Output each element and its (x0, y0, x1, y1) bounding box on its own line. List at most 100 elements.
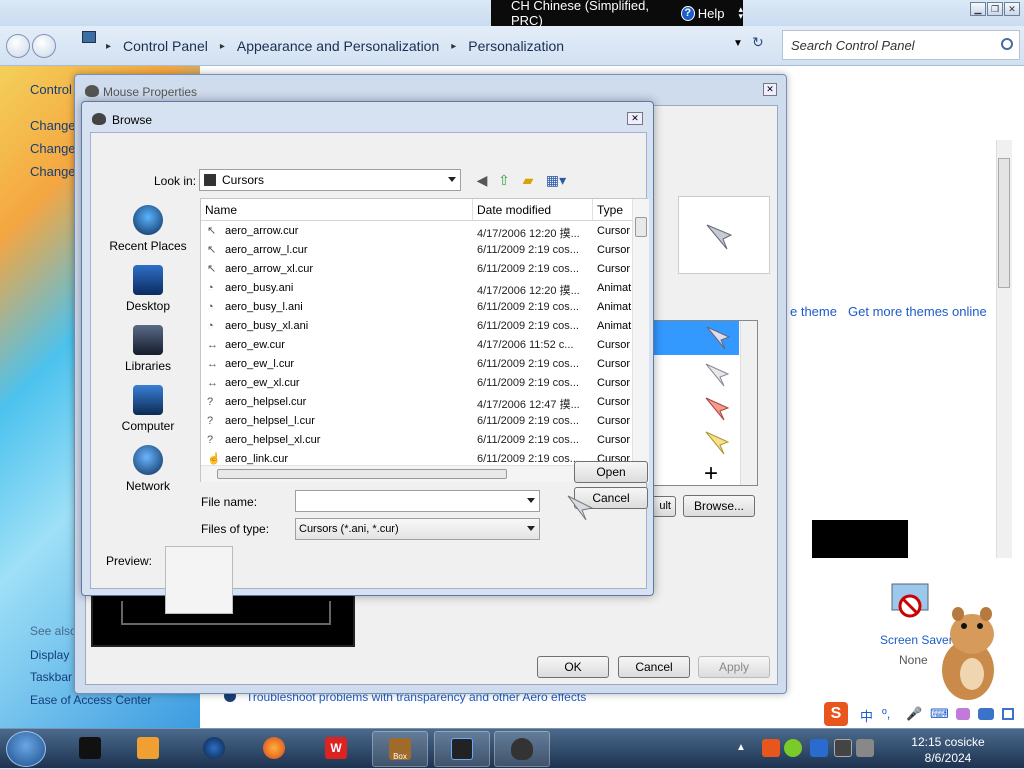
taskbar-app-libraries[interactable] (62, 731, 118, 767)
file-list[interactable]: Name Date modified Type ↖ aero_arrow.cur 4… (200, 198, 649, 483)
minimize-button[interactable]: ▁ (970, 2, 986, 16)
apply-button[interactable]: Apply (698, 656, 770, 678)
sidebar-link-change-3[interactable]: Change (30, 164, 76, 179)
ime-chinese-mode[interactable]: 中 (860, 706, 873, 725)
chevron-down-icon[interactable] (527, 498, 535, 503)
keyboard-icon[interactable]: ⌨ (930, 706, 949, 722)
screen-saver-icon[interactable] (890, 580, 930, 620)
help-select-cursor-icon[interactable] (700, 360, 734, 393)
files-of-type-dropdown[interactable]: Cursors (*.ani, *.cur) (295, 518, 540, 540)
place-recent-places[interactable]: Recent Places (99, 205, 197, 253)
file-row[interactable]: ? aero_helpsel.cur 4/17/2006 12:47 摸... Cur… (201, 393, 631, 412)
file-row[interactable]: ↔ aero_ew.cur 4/17/2006 11:52 c... Cursor (201, 336, 631, 355)
breadcrumb-appearance[interactable]: Appearance and Personalization (237, 38, 439, 54)
close-button[interactable]: ✕ (1004, 2, 1020, 16)
hamster-desktop-pet[interactable] (928, 604, 1008, 704)
search-icon[interactable] (1001, 38, 1013, 50)
tray-volume-icon[interactable] (856, 739, 874, 757)
file-name-input[interactable] (295, 490, 540, 512)
taskbar-app-control-panel[interactable] (434, 731, 490, 767)
input-language-label[interactable]: CH Chinese (Simplified, PRC) (511, 0, 669, 28)
working-cursor-icon[interactable] (700, 394, 734, 427)
browse-close-button[interactable]: ✕ (627, 112, 643, 125)
browse-button[interactable]: Browse... (683, 495, 755, 517)
open-button[interactable]: Open (574, 461, 648, 483)
see-also-ease-of-access[interactable]: Ease of Access Center (30, 693, 151, 707)
skin-icon[interactable] (956, 708, 970, 720)
gamepad-icon[interactable] (978, 708, 994, 720)
file-row[interactable]: ↔ aero_ew_l.cur 6/11/2009 2:19 cos... Curso… (201, 355, 631, 374)
place-desktop[interactable]: Desktop (99, 265, 197, 313)
sidebar-link-control-panel-home[interactable]: Control (30, 82, 72, 97)
ime-punctuation[interactable]: º, (882, 706, 890, 721)
sidebar-link-change-2[interactable]: Change (30, 141, 76, 156)
maximize-button[interactable]: ❐ (987, 2, 1003, 16)
sogou-ime-icon[interactable]: S (824, 702, 848, 726)
toolbox-icon[interactable] (1002, 708, 1014, 720)
file-row[interactable]: ◔ aero_busy_l.ani 6/11/2009 2:19 cos... Ani… (201, 298, 631, 317)
file-list-horizontal-scrollbar[interactable] (201, 465, 632, 482)
breadcrumb-control-panel[interactable]: Control Panel (123, 38, 208, 54)
taskbar-app-media-player[interactable] (120, 731, 176, 767)
refresh-icon[interactable]: ↻ (752, 34, 764, 51)
taskbar-app-box[interactable]: Box (372, 731, 428, 767)
new-folder-icon[interactable]: ▰ (519, 171, 537, 189)
language-bar: CH Chinese (Simplified, PRC) ? Help ▴ ▾ (491, 0, 743, 28)
theme-link-partial[interactable]: e theme (790, 304, 837, 319)
file-row[interactable]: ◔ aero_busy_xl.ani 6/11/2009 2:19 cos... An… (201, 317, 631, 336)
file-row[interactable]: ↖ aero_arrow_l.cur 6/11/2009 2:19 cos... Cu… (201, 241, 631, 260)
forward-button[interactable] (32, 34, 56, 58)
ok-button[interactable]: OK (537, 656, 609, 678)
language-bar-options-icon[interactable]: ▴ ▾ (738, 5, 743, 21)
column-header-type[interactable]: Type (593, 199, 633, 221)
place-libraries[interactable]: Libraries (99, 325, 197, 373)
tray-flag-icon[interactable] (810, 739, 828, 757)
clock-date[interactable]: 8/6/2024 (908, 751, 988, 765)
microphone-icon[interactable]: 🎤 (906, 706, 922, 722)
view-menu-icon[interactable]: ▦▾ (543, 171, 569, 189)
column-header-date-modified[interactable]: Date modified (473, 199, 593, 221)
get-more-themes-link[interactable]: Get more themes online (848, 304, 987, 319)
help-icon[interactable]: ? (680, 5, 695, 21)
place-computer[interactable]: Computer (99, 385, 197, 433)
see-also-display[interactable]: Display (30, 648, 69, 662)
look-in-dropdown[interactable]: Cursors (199, 169, 461, 191)
taskbar-app-globe[interactable] (186, 731, 242, 767)
column-header-name[interactable]: Name (201, 199, 473, 221)
mouse-properties-close-button[interactable]: ✕ (763, 83, 777, 96)
tray-ime-icon[interactable] (762, 739, 780, 757)
file-row[interactable]: ? aero_helpsel_xl.cur 6/11/2009 2:19 cos..… (201, 431, 631, 450)
file-row[interactable]: ? aero_helpsel_l.cur 6/11/2009 2:19 cos...… (201, 412, 631, 431)
file-list-vertical-scrollbar[interactable] (632, 199, 649, 483)
pointer-list-row-selected[interactable] (651, 321, 739, 355)
horizontal-scrollbar-thumb[interactable] (217, 469, 507, 479)
tray-network-icon[interactable] (834, 739, 852, 757)
clock-time[interactable]: 12:15 cosicke (908, 735, 988, 749)
up-folder-icon[interactable]: ⇧ (495, 171, 513, 189)
content-scrollbar-thumb[interactable] (998, 158, 1010, 288)
vertical-scrollbar-thumb[interactable] (635, 217, 647, 237)
back-button[interactable] (6, 34, 30, 58)
file-row[interactable]: ↖ aero_arrow_xl.cur 6/11/2009 2:19 cos... C… (201, 260, 631, 279)
help-label[interactable]: Help (698, 6, 725, 21)
tray-security-icon[interactable] (784, 739, 802, 757)
busy-cursor-icon[interactable] (700, 428, 734, 461)
history-dropdown-icon[interactable]: ▼ (733, 38, 743, 49)
show-hidden-icons[interactable]: ▲ (736, 742, 746, 753)
file-row[interactable]: ↖ aero_arrow.cur 4/17/2006 12:20 摸... Curso… (201, 222, 631, 241)
precision-select-cursor-icon[interactable]: + (704, 462, 718, 486)
cancel-button[interactable]: Cancel (618, 656, 690, 678)
see-also-taskbar[interactable]: Taskbar (30, 670, 72, 684)
back-arrow-icon[interactable]: ◀ (473, 171, 491, 189)
pointer-list-scrollbar[interactable] (740, 321, 757, 485)
breadcrumb-personalization[interactable]: Personalization (468, 38, 564, 54)
place-network[interactable]: Network (99, 445, 197, 493)
taskbar-app-wps[interactable]: W (308, 731, 364, 767)
search-input[interactable]: Search Control Panel (782, 30, 1020, 60)
start-button[interactable] (6, 731, 46, 767)
taskbar-app-mouse-properties[interactable] (494, 731, 550, 767)
sidebar-link-change-1[interactable]: Change (30, 118, 76, 133)
file-row[interactable]: ↔ aero_ew_xl.cur 6/11/2009 2:19 cos... Curs… (201, 374, 631, 393)
taskbar-app-firefox[interactable] (246, 731, 302, 767)
file-row[interactable]: ◔ aero_busy.ani 4/17/2006 12:20 摸... Animat (201, 279, 631, 298)
